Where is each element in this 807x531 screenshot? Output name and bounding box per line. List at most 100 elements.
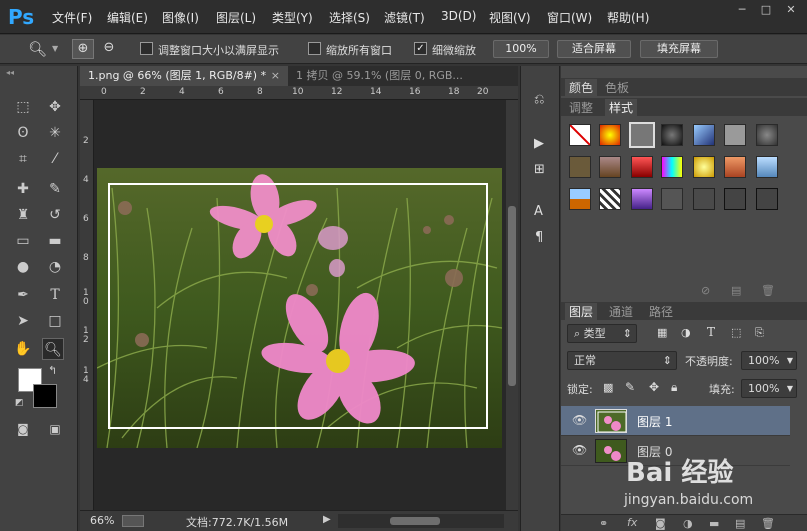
style-swatch[interactable] xyxy=(569,156,591,178)
menu-window[interactable]: 窗口(W) xyxy=(547,9,592,26)
actual-pixels-button[interactable]: 100% xyxy=(493,40,549,58)
blur-tool-icon[interactable]: ● xyxy=(12,256,34,278)
properties-panel-icon[interactable]: ⊞ xyxy=(534,162,545,177)
lock-position-icon[interactable]: ✥ xyxy=(649,380,659,394)
style-swatch[interactable] xyxy=(724,156,746,178)
style-swatch[interactable] xyxy=(661,124,683,146)
style-swatch[interactable] xyxy=(756,124,778,146)
gradient-tool-icon[interactable]: ▬ xyxy=(44,230,66,252)
menu-edit[interactable]: 编辑(E) xyxy=(107,9,148,26)
horizontal-scrollbar[interactable] xyxy=(338,514,504,528)
filter-type-icon[interactable]: T xyxy=(707,325,715,339)
style-swatch[interactable] xyxy=(599,156,621,178)
background-color-swatch[interactable] xyxy=(33,384,57,408)
status-toggle-icon[interactable] xyxy=(122,515,144,527)
delete-style-icon[interactable]: 🗑︎ xyxy=(761,284,775,297)
new-layer-icon[interactable]: ▤ xyxy=(735,517,745,530)
swap-colors-icon[interactable]: ↰ xyxy=(48,364,57,377)
tab-layers[interactable]: 图层 xyxy=(565,303,598,320)
menu-3d[interactable]: 3D(D) xyxy=(441,9,476,23)
tab-active-document[interactable]: 1.png @ 66% (图层 1, RGB/8#) * × xyxy=(80,66,288,86)
zoom-tool-icon[interactable]: 🔍︎ xyxy=(42,338,64,360)
style-swatch[interactable] xyxy=(569,188,591,210)
menu-type[interactable]: 类型(Y) xyxy=(272,9,313,26)
style-swatch[interactable] xyxy=(661,188,683,210)
hand-tool-icon[interactable]: ✋ xyxy=(12,338,34,360)
zoom-all-checkbox[interactable] xyxy=(308,42,321,55)
fill-screen-button[interactable]: 填充屏幕 xyxy=(640,40,718,58)
eyedropper-icon[interactable]: ⁄ xyxy=(44,148,66,170)
move-tool-icon[interactable]: ✥ xyxy=(44,96,66,118)
zoom-tool-icon[interactable]: 🔍︎ xyxy=(28,40,47,58)
healing-brush-icon[interactable]: ✚ xyxy=(12,178,34,200)
tab-paths[interactable]: 路径 xyxy=(649,303,673,320)
type-tool-icon[interactable]: T xyxy=(44,284,66,306)
menu-file[interactable]: 文件(F) xyxy=(52,9,92,26)
opacity-input[interactable]: 100% ▼ xyxy=(741,351,797,370)
history-panel-icon[interactable]: ⎌ xyxy=(534,92,544,107)
menu-filter[interactable]: 滤镜(T) xyxy=(384,9,425,26)
menu-help[interactable]: 帮助(H) xyxy=(607,9,649,26)
menu-view[interactable]: 视图(V) xyxy=(489,9,531,26)
resize-windows-checkbox[interactable] xyxy=(140,42,153,55)
style-swatch[interactable] xyxy=(599,188,621,210)
filter-smart-icon[interactable]: ⎘ xyxy=(755,326,764,340)
style-swatch[interactable] xyxy=(693,188,715,210)
maximize-button[interactable]: □ xyxy=(755,3,777,17)
close-tab-icon[interactable]: × xyxy=(271,66,280,86)
new-group-icon[interactable]: ▬ xyxy=(709,517,719,530)
clear-style-icon[interactable]: ⊘ xyxy=(701,284,710,297)
style-swatch[interactable] xyxy=(724,124,746,146)
vertical-scrollbar[interactable] xyxy=(506,100,518,510)
document-image[interactable] xyxy=(97,168,502,448)
tab-channels[interactable]: 通道 xyxy=(609,303,633,320)
menu-select[interactable]: 选择(S) xyxy=(329,9,370,26)
style-swatch[interactable] xyxy=(693,124,715,146)
visibility-eye-icon[interactable]: 👁︎ xyxy=(572,413,587,427)
close-window-button[interactable]: ✕ xyxy=(780,3,802,17)
style-swatch[interactable] xyxy=(631,156,653,178)
zoom-in-icon[interactable]: ⊕ xyxy=(72,39,94,59)
tab-inactive-document[interactable]: 1 拷贝 @ 59.1% (图层 0, RGB... xyxy=(288,66,518,86)
character-panel-icon[interactable]: A xyxy=(534,204,543,219)
layer-row-selected[interactable]: 👁︎ 图层 1 xyxy=(561,406,790,436)
style-swatch[interactable] xyxy=(756,156,778,178)
scrollbar-thumb[interactable] xyxy=(508,206,516,386)
tab-swatches[interactable]: 色板 xyxy=(605,79,629,96)
quick-mask-icon[interactable]: ◙ xyxy=(12,418,34,440)
style-swatch-selected[interactable] xyxy=(629,122,655,148)
new-style-icon[interactable]: ▤ xyxy=(731,284,741,297)
rectangle-tool-icon[interactable]: □ xyxy=(44,310,66,332)
menu-image[interactable]: 图像(I) xyxy=(162,9,199,26)
visibility-eye-icon[interactable]: 👁︎ xyxy=(572,443,587,457)
status-menu-arrow-icon[interactable]: ▶ xyxy=(323,514,331,525)
history-brush-icon[interactable]: ↺ xyxy=(44,204,66,226)
style-swatch[interactable] xyxy=(693,156,715,178)
dodge-tool-icon[interactable]: ◔ xyxy=(44,256,66,278)
blend-mode-dropdown[interactable]: 正常 ⇕ xyxy=(567,351,677,370)
eraser-tool-icon[interactable]: ▭ xyxy=(12,230,34,252)
fit-screen-button[interactable]: 适合屏幕 xyxy=(557,40,631,58)
path-selection-icon[interactable]: ➤ xyxy=(12,310,34,332)
style-swatch-none[interactable] xyxy=(569,124,591,146)
lock-all-icon[interactable]: 🔒︎ xyxy=(671,380,677,395)
delete-layer-icon[interactable]: 🗑︎ xyxy=(761,517,775,530)
collapse-toolbox-icon[interactable]: ◂◂ xyxy=(6,68,14,77)
filter-shape-icon[interactable]: ⬚ xyxy=(731,326,741,339)
clone-stamp-icon[interactable]: ♜ xyxy=(12,204,34,226)
minimize-button[interactable]: ─ xyxy=(731,3,753,17)
fill-input[interactable]: 100% ▼ xyxy=(741,379,797,398)
layer-name[interactable]: 图层 1 xyxy=(637,413,672,430)
magic-wand-icon[interactable]: ✳ xyxy=(44,122,66,144)
style-swatch[interactable] xyxy=(661,156,683,178)
crop-tool-icon[interactable]: ⌗ xyxy=(12,148,34,170)
layer-filter-dropdown[interactable]: ⌕ 类型 ⇕ xyxy=(567,324,637,343)
actions-panel-icon[interactable]: ▶ xyxy=(534,136,544,151)
screen-mode-icon[interactable]: ▣ xyxy=(44,418,66,440)
zoom-out-icon[interactable]: ⊖ xyxy=(98,39,120,59)
zoom-level[interactable]: 66% xyxy=(90,514,114,527)
scrubby-zoom-checkbox[interactable]: ✓ xyxy=(414,42,427,55)
pen-tool-icon[interactable]: ✒ xyxy=(12,284,34,306)
menu-layer[interactable]: 图层(L) xyxy=(216,9,256,26)
style-swatch[interactable] xyxy=(756,188,778,210)
